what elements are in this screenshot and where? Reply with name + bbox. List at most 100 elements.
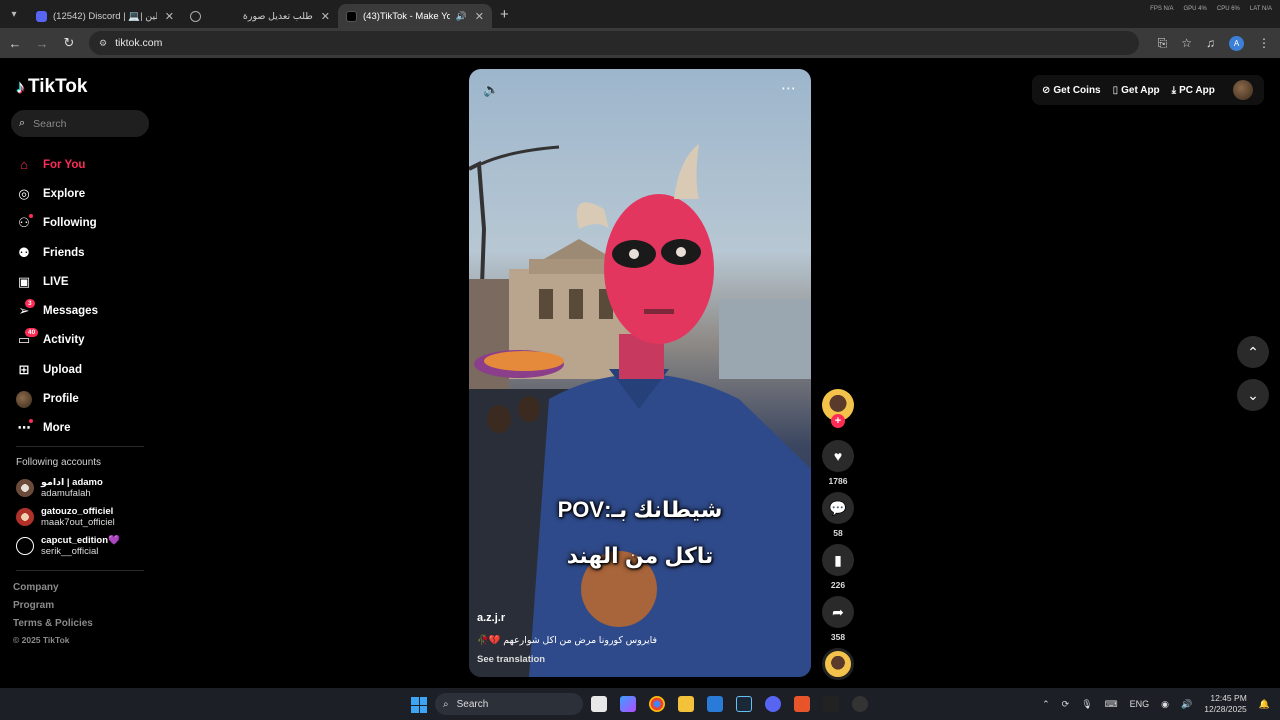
video-caption-line-2: تاكل من الهند	[566, 543, 714, 568]
like-button[interactable]: ♥	[822, 440, 854, 472]
following-account-item[interactable]: ادامو | adamo adamufalah	[16, 477, 103, 499]
url-field[interactable]: ⚙ tiktok.com	[89, 31, 1139, 55]
nav-for-you[interactable]: ⌂ For You	[16, 150, 98, 179]
new-tab-button[interactable]: +	[500, 6, 509, 23]
footer-link-company[interactable]: Company	[13, 582, 59, 593]
wifi-icon[interactable]: ◉	[1161, 699, 1169, 710]
download-icon: ⤓	[1171, 84, 1177, 96]
forward-button[interactable]: →	[30, 36, 54, 51]
account-display-name: capcut_edition💜	[41, 535, 120, 546]
profile-avatar[interactable]: A	[1229, 35, 1244, 51]
following-account-item[interactable]: gatouzo_officiel maak7out_officiel	[16, 506, 115, 528]
mic-icon[interactable]: 🎙	[1081, 699, 1092, 710]
chrome-icon[interactable]	[649, 696, 665, 712]
notification-bell-icon[interactable]: 🔔	[1259, 699, 1270, 710]
discord-icon[interactable]	[765, 696, 781, 712]
nav-more[interactable]: ⋯ More	[16, 414, 98, 443]
tab-discord[interactable]: (12542) Discord | 💻| مشغولين ✕	[28, 4, 182, 28]
get-coins-label: Get Coins	[1053, 84, 1101, 96]
steam-icon[interactable]	[736, 696, 752, 712]
music-disc-avatar[interactable]	[822, 648, 854, 680]
video-author[interactable]: a.z.j.r	[477, 612, 505, 624]
comment-count: 58	[833, 528, 843, 538]
bookmark-star-icon[interactable]: ☆	[1181, 36, 1192, 50]
nav-following[interactable]: ⚇ Following	[16, 209, 98, 238]
footer-link-program[interactable]: Program	[13, 600, 54, 611]
nav-label: Messages	[43, 305, 98, 318]
share-button[interactable]: ➦	[822, 596, 854, 628]
folder-icon[interactable]	[678, 696, 694, 712]
nav-live[interactable]: ▣ LIVE	[16, 267, 98, 296]
comment-button[interactable]: 💬	[822, 492, 854, 524]
install-app-icon[interactable]: ⎘	[1158, 36, 1168, 51]
like-count: 1786	[828, 476, 848, 486]
get-coins-button[interactable]: ⊘ Get Coins	[1042, 85, 1101, 96]
get-app-label: Get App	[1121, 84, 1160, 96]
address-bar-row: ← → ↻ ⚙ tiktok.com ⎘ ☆ ♫ A ⋮	[0, 28, 1280, 58]
reload-button[interactable]: ↻	[57, 35, 81, 51]
footer-link-terms[interactable]: Terms & Policies	[13, 618, 93, 629]
search-input[interactable]: ⌕ Search	[11, 110, 149, 137]
nav-activity[interactable]: ▭ 40 Activity	[16, 326, 98, 355]
video-player[interactable]: 🔈 ⋯ شيطانك بـ:POV تاكل من الهند a.z.j.r …	[469, 69, 811, 677]
capcut-icon[interactable]	[823, 696, 839, 712]
sync-icon[interactable]: ⟳	[1062, 699, 1070, 710]
following-account-item[interactable]: capcut_edition💜 serik__official	[16, 535, 120, 557]
get-app-button[interactable]: ▯ Get App	[1113, 85, 1160, 96]
tab-search-menu-button[interactable]: ▾	[0, 0, 28, 28]
keyboard-icon[interactable]: ⌨	[1105, 699, 1118, 710]
clock[interactable]: 12:45 PM 12/28/2025	[1204, 693, 1247, 715]
friends-icon: ⚉	[18, 244, 30, 260]
language-indicator[interactable]: ENG	[1130, 699, 1150, 709]
nav-label: Following	[43, 217, 97, 230]
store-icon[interactable]	[707, 696, 723, 712]
messages-badge: 3	[25, 299, 35, 309]
file-icon[interactable]	[591, 696, 607, 712]
account-display-name: gatouzo_officiel	[41, 506, 114, 517]
nav-friends[interactable]: ⚉ Friends	[16, 238, 98, 267]
heart-icon: ♥	[833, 448, 843, 464]
back-button[interactable]: ←	[3, 36, 27, 51]
avatar[interactable]	[1232, 80, 1253, 100]
site-info-icon[interactable]: ⚙	[99, 38, 107, 49]
capcut-avatar	[16, 537, 34, 555]
compass-icon: ◎	[18, 185, 30, 201]
nav-label: More	[43, 422, 71, 435]
close-tab-icon[interactable]: ✕	[165, 10, 174, 23]
more-options-icon[interactable]: ⋯	[781, 79, 797, 97]
taskbar-search[interactable]: ⌕ Search	[435, 693, 583, 715]
volume-icon[interactable]: 🔊	[1181, 699, 1192, 710]
nav-messages[interactable]: ➢ 3 Messages	[16, 296, 98, 325]
follow-plus-icon[interactable]: +	[831, 414, 845, 428]
app-icon[interactable]	[794, 696, 810, 712]
account-display-name: ادامو | adamo	[41, 477, 103, 488]
messages-icon: ➢ 3	[16, 299, 35, 319]
previous-video-button[interactable]: ⌃	[1237, 336, 1269, 368]
chatgpt-icon[interactable]	[852, 696, 868, 712]
close-tab-icon[interactable]: ✕	[321, 10, 330, 23]
nav-label: Activity	[43, 334, 85, 347]
audio-playing-icon[interactable]: 🔊	[456, 11, 467, 22]
comment-icon: 💬	[829, 499, 847, 516]
media-control-icon[interactable]: ♫	[1206, 36, 1215, 50]
tab-image-edit[interactable]: طلب تعديل صورة ✕	[182, 4, 338, 28]
next-video-button[interactable]: ⌄	[1237, 379, 1269, 411]
close-tab-icon[interactable]: ✕	[475, 10, 484, 23]
pc-app-button[interactable]: ⤓ PC App	[1172, 85, 1215, 96]
tiktok-logo[interactable]: ♪ TikTok	[16, 76, 87, 98]
browser-menu-icon[interactable]: ⋮	[1258, 36, 1270, 50]
nav-upload[interactable]: ⊞ Upload	[16, 355, 98, 384]
nav-profile[interactable]: Profile	[16, 384, 98, 413]
chatgpt-favicon-icon	[190, 10, 201, 22]
nav-explore[interactable]: ◎ Explore	[16, 179, 98, 208]
bookmark-button[interactable]: ▮	[822, 544, 854, 576]
system-tray: ⌃ ⟳ 🎙 ⌨ ENG ◉ 🔊 12:45 PM 12/28/2025 🔔	[1042, 688, 1280, 720]
volume-icon[interactable]: 🔈	[483, 82, 499, 98]
copilot-icon[interactable]	[620, 696, 636, 712]
nav-label: Profile	[43, 393, 79, 406]
windows-start-icon[interactable]	[411, 697, 427, 713]
tab-tiktok[interactable]: (43)TikTok - Make Your Day 🔊 ✕	[338, 4, 492, 28]
chevron-up-icon[interactable]: ⌃	[1042, 699, 1050, 710]
see-translation-link[interactable]: See translation	[477, 654, 545, 665]
chevron-up-icon: ⌃	[1247, 343, 1259, 360]
